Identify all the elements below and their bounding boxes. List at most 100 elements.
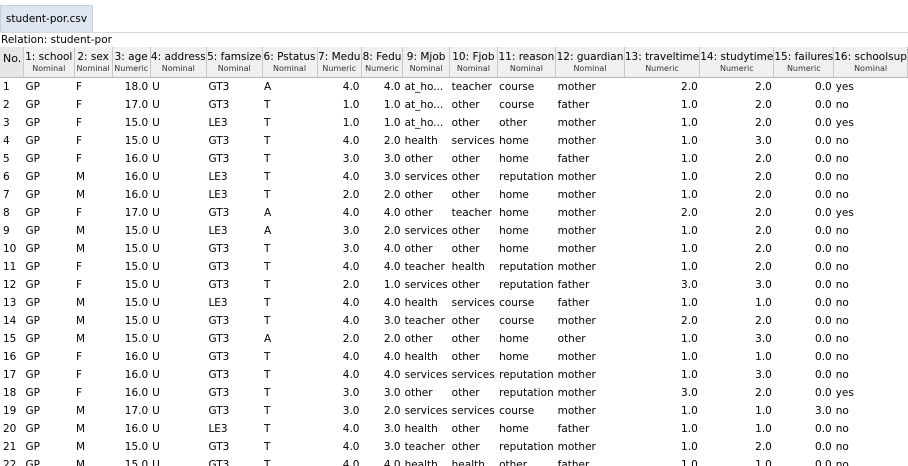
row-number-cell[interactable]: 20 (0, 420, 23, 438)
table-cell[interactable]: mother (556, 402, 625, 420)
row-number-cell[interactable]: 13 (0, 294, 23, 312)
row-number-cell[interactable]: 19 (0, 402, 23, 420)
table-cell[interactable]: teacher (403, 258, 450, 276)
table-cell[interactable]: F (74, 384, 112, 402)
table-cell[interactable]: 3.0 (361, 420, 402, 438)
table-cell[interactable]: GT3 (206, 402, 262, 420)
table-cell[interactable]: health (403, 294, 450, 312)
table-cell[interactable]: 0.0 (774, 204, 834, 222)
table-cell[interactable]: other (450, 222, 497, 240)
table-row[interactable]: 11 GP F 15.0 U GT3 T 4.0 4.0 teacher health reputat… (0, 258, 908, 276)
column-header[interactable]: 3: age Numeric (112, 47, 151, 78)
table-cell[interactable]: no (834, 222, 908, 240)
table-cell[interactable]: 2.0 (317, 330, 361, 348)
table-cell[interactable]: 4.0 (317, 348, 361, 366)
table-cell[interactable]: 15.0 (112, 132, 150, 150)
table-cell[interactable]: services (403, 366, 450, 384)
table-cell[interactable]: 1.0 (624, 348, 699, 366)
table-row[interactable]: 7 GP M 16.0 U LE3 T 2.0 2.0 other other home mother 1… (0, 186, 908, 204)
table-row[interactable]: 2 GP F 17.0 U GT3 T 1.0 1.0 at_ho... other course fa… (0, 96, 908, 114)
table-row[interactable]: 20 GP M 16.0 U LE3 T 4.0 3.0 health other home fathe… (0, 420, 908, 438)
table-cell[interactable]: mother (556, 348, 625, 366)
table-cell[interactable]: reputation (497, 438, 556, 456)
table-cell[interactable]: yes (834, 384, 908, 402)
table-cell[interactable]: 0.0 (774, 366, 834, 384)
table-cell[interactable]: 2.0 (624, 204, 699, 222)
row-number-cell[interactable]: 1 (0, 78, 23, 97)
table-row[interactable]: 5 GP F 16.0 U GT3 T 3.0 3.0 other other home father 1… (0, 150, 908, 168)
table-cell[interactable]: T (262, 366, 317, 384)
table-cell[interactable]: 3.0 (317, 150, 361, 168)
table-cell[interactable]: other (450, 150, 497, 168)
table-cell[interactable]: T (262, 150, 317, 168)
table-cell[interactable]: 2.0 (700, 312, 774, 330)
table-cell[interactable]: T (262, 240, 317, 258)
table-cell[interactable]: GT3 (206, 276, 262, 294)
table-cell[interactable]: other (450, 96, 497, 114)
table-cell[interactable]: GP (23, 204, 74, 222)
table-cell[interactable]: other (403, 150, 450, 168)
table-cell[interactable]: other (450, 114, 497, 132)
table-cell[interactable]: 3.0 (361, 438, 402, 456)
table-cell[interactable]: U (150, 438, 206, 456)
table-cell[interactable]: 0.0 (774, 420, 834, 438)
table-cell[interactable]: 4.0 (317, 438, 361, 456)
table-cell[interactable]: other (450, 438, 497, 456)
table-cell[interactable]: 4.0 (361, 78, 402, 97)
table-cell[interactable]: 4.0 (361, 348, 402, 366)
table-cell[interactable]: no (834, 420, 908, 438)
row-number-cell[interactable]: 6 (0, 168, 23, 186)
table-row[interactable]: 9 GP M 15.0 U LE3 A 3.0 2.0 services other home moth… (0, 222, 908, 240)
table-cell[interactable]: 4.0 (317, 132, 361, 150)
table-cell[interactable]: T (262, 258, 317, 276)
table-cell[interactable]: 1.0 (624, 186, 699, 204)
table-cell[interactable]: F (74, 276, 112, 294)
table-row[interactable]: 13 GP M 15.0 U LE3 T 4.0 4.0 health services course… (0, 294, 908, 312)
table-cell[interactable]: father (556, 276, 625, 294)
table-cell[interactable]: mother (556, 312, 625, 330)
table-cell[interactable]: mother (556, 114, 625, 132)
table-cell[interactable]: T (262, 456, 317, 466)
row-number-cell[interactable]: 2 (0, 96, 23, 114)
table-cell[interactable]: 3.0 (317, 384, 361, 402)
table-cell[interactable]: M (74, 240, 112, 258)
table-cell[interactable]: 0.0 (774, 294, 834, 312)
row-number-cell[interactable]: 16 (0, 348, 23, 366)
table-cell[interactable]: U (150, 150, 206, 168)
table-cell[interactable]: 3.0 (317, 222, 361, 240)
table-cell[interactable]: other (403, 240, 450, 258)
table-cell[interactable]: reputation (497, 276, 556, 294)
table-cell[interactable]: mother (556, 204, 625, 222)
table-cell[interactable]: T (262, 438, 317, 456)
table-cell[interactable]: 1.0 (624, 150, 699, 168)
table-cell[interactable]: GT3 (206, 366, 262, 384)
column-header[interactable]: 8: Fedu Numeric (361, 47, 404, 78)
table-cell[interactable]: T (262, 402, 317, 420)
table-cell[interactable]: father (556, 420, 625, 438)
table-cell[interactable]: 1.0 (624, 258, 699, 276)
table-cell[interactable]: F (74, 258, 112, 276)
column-header[interactable]: 4: address Nominal (150, 47, 207, 78)
table-cell[interactable]: no (834, 330, 908, 348)
table-cell[interactable]: other (497, 114, 556, 132)
table-cell[interactable]: 4.0 (361, 240, 402, 258)
table-cell[interactable]: course (497, 312, 556, 330)
table-cell[interactable]: GP (23, 348, 74, 366)
table-cell[interactable]: 1.0 (317, 114, 361, 132)
table-cell[interactable]: 0.0 (774, 114, 834, 132)
table-row[interactable]: 3 GP F 15.0 U LE3 T 1.0 1.0 at_ho... other other mot… (0, 114, 908, 132)
table-cell[interactable]: home (497, 186, 556, 204)
table-cell[interactable]: home (497, 204, 556, 222)
table-cell[interactable]: 1.0 (700, 420, 774, 438)
table-cell[interactable]: LE3 (206, 168, 262, 186)
table-cell[interactable]: 1.0 (361, 96, 402, 114)
table-cell[interactable]: GP (23, 150, 74, 168)
table-cell[interactable]: F (74, 114, 112, 132)
table-cell[interactable]: no (834, 150, 908, 168)
table-cell[interactable]: no (834, 168, 908, 186)
table-cell[interactable]: GP (23, 96, 74, 114)
table-cell[interactable]: mother (556, 168, 625, 186)
table-cell[interactable]: 2.0 (700, 150, 774, 168)
table-cell[interactable]: LE3 (206, 222, 262, 240)
table-cell[interactable]: health (403, 348, 450, 366)
